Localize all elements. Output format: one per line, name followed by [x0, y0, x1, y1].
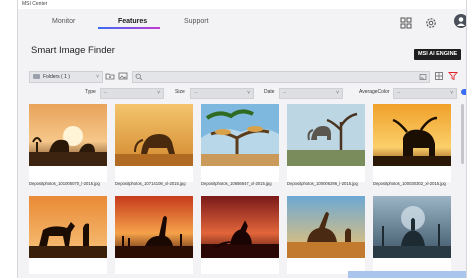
image-filename: Depositphotos_100006296_l-2015.jpg: [287, 181, 358, 186]
gear-icon[interactable]: [424, 16, 438, 30]
fantasy-rider-thumbnail: [373, 196, 451, 258]
horse-rider-thumbnail: [29, 196, 107, 258]
image-card[interactable]: [29, 196, 107, 274]
image-filename: Depositphotos_100030302_xl-2015.jpg: [373, 181, 446, 186]
chevron-down-icon: ˅: [247, 90, 250, 96]
top-navigation: Monitor Features Support: [18, 9, 466, 35]
image-grid: Depositphotos_101005070_l-2015.jpg Depos…: [29, 104, 461, 278]
image-card[interactable]: Depositphotos_101005070_l-2015.jpg: [29, 104, 107, 186]
date-filter-value: --: [283, 90, 287, 96]
msi-center-window: MSI Center Monitor Features Support Smar…: [17, 0, 467, 278]
date-filter-label: Date: [264, 89, 275, 95]
active-tab-indicator: [98, 27, 160, 29]
image-card[interactable]: [201, 196, 279, 274]
type-filter-select[interactable]: -- ˅: [100, 88, 164, 99]
image-card[interactable]: [115, 196, 193, 274]
size-filter-label: Size: [175, 89, 185, 95]
image-card[interactable]: Depositphotos_10656647_xl-2015.jpg: [201, 104, 279, 186]
elephant-golden-thumbnail: [115, 104, 193, 166]
folders-label: Folders ( 1 ): [43, 74, 70, 80]
elephants-sunset-thumbnail: [29, 104, 107, 166]
elephant-tree-thumbnail: [287, 104, 365, 166]
filter-row: Type -- ˅ Size -- ˅ Date -- ˅ AverageCol…: [29, 88, 466, 99]
average-color-filter-value: --: [397, 90, 401, 96]
vertical-scrollbar[interactable]: [461, 104, 464, 164]
size-filter-value: --: [194, 90, 198, 96]
title-bar: MSI Center: [18, 0, 466, 9]
image-card[interactable]: [287, 196, 365, 274]
bull-silhouette-thumbnail: [373, 104, 451, 166]
search-icon: [135, 73, 143, 81]
folders-dropdown[interactable]: Folders ( 1 ) ˅: [29, 71, 103, 83]
average-color-filter-select[interactable]: -- ˅: [393, 88, 457, 99]
image-card[interactable]: Depositphotos_10714108_xl-2015.jpg: [115, 104, 193, 186]
tab-monitor[interactable]: Monitor: [52, 18, 75, 25]
tab-features[interactable]: Features: [118, 18, 147, 25]
image-card[interactable]: Depositphotos_100030302_xl-2015.jpg: [373, 104, 451, 186]
chevron-down-icon: ˅: [336, 90, 339, 96]
tab-support[interactable]: Support: [184, 18, 209, 25]
search-input[interactable]: [132, 71, 430, 83]
grid-view-icon[interactable]: [399, 16, 413, 30]
chevron-down-icon: ˅: [450, 90, 453, 96]
image-search-icon[interactable]: [419, 73, 427, 81]
add-folder-icon[interactable]: [105, 71, 115, 81]
avatar[interactable]: [454, 14, 466, 28]
chevron-down-icon: ˅: [157, 90, 160, 96]
date-filter-select[interactable]: -- ˅: [279, 88, 343, 99]
type-filter-label: Type: [85, 89, 96, 95]
image-filename: Depositphotos_101005070_l-2015.jpg: [29, 181, 100, 186]
layout-icon[interactable]: [434, 71, 444, 81]
dinosaur-sky-thumbnail: [287, 196, 365, 258]
size-filter-select[interactable]: -- ˅: [190, 88, 254, 99]
filter-icon[interactable]: [448, 71, 458, 81]
cheetahs-tree-thumbnail: [201, 104, 279, 166]
user-icon: [457, 17, 465, 26]
image-icon[interactable]: [118, 71, 128, 81]
image-filename: Depositphotos_10714108_xl-2015.jpg: [115, 181, 186, 186]
average-color-filter-label: AverageColor: [359, 89, 390, 95]
folder-icon: [33, 74, 40, 79]
dinosaur-sunset-thumbnail: [115, 196, 193, 258]
image-card[interactable]: Depositphotos_100006296_l-2015.jpg: [287, 104, 365, 186]
type-filter-value: --: [104, 90, 108, 96]
status-bar: [348, 271, 466, 278]
kangaroo-sunset-thumbnail: [201, 196, 279, 258]
window-title: MSI Center: [22, 1, 48, 7]
page-title: Smart Image Finder: [31, 45, 115, 56]
msi-ai-engine-badge: MSI AI ENGINE: [414, 49, 462, 60]
color-toggle[interactable]: [461, 89, 466, 95]
image-filename: Depositphotos_10656647_xl-2015.jpg: [201, 181, 272, 186]
chevron-down-icon: ˅: [96, 74, 99, 80]
toolbar: Folders ( 1 ) ˅: [29, 71, 459, 83]
image-card[interactable]: [373, 196, 451, 274]
